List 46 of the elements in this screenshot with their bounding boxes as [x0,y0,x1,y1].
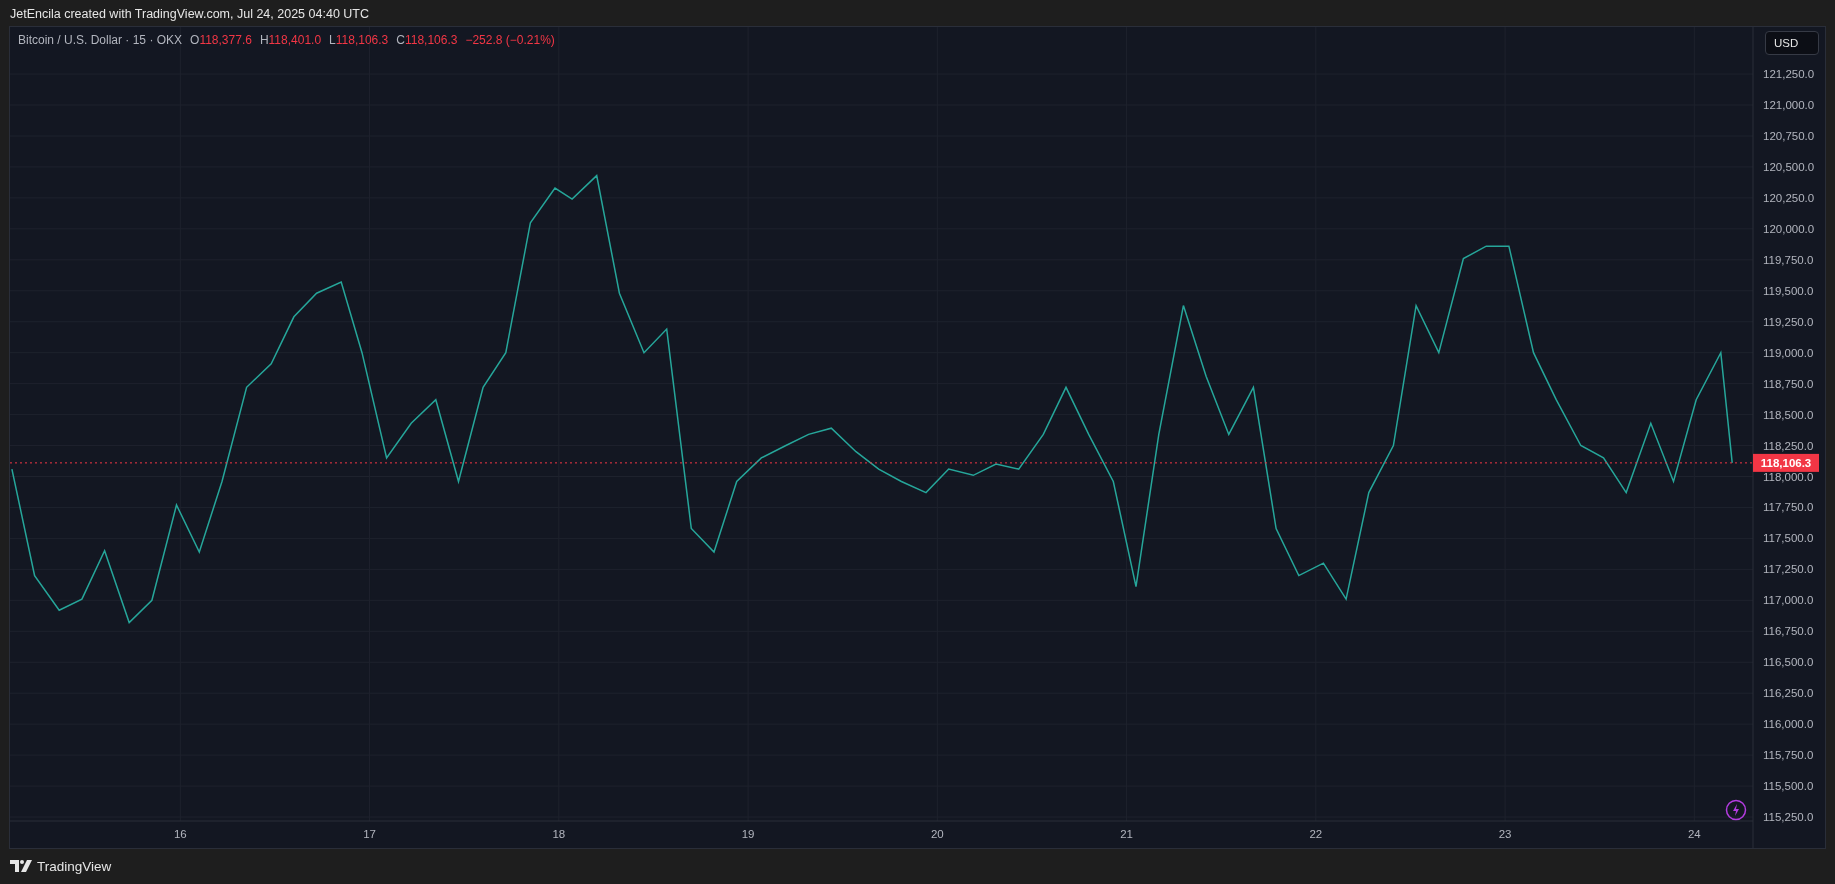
axis-tick-label: 115,250.0 [1763,811,1814,824]
axis-tick-label: 119,750.0 [1763,253,1814,266]
axis-tick-label: 120,000.0 [1763,222,1815,235]
axis-tick-label: 22 [1309,828,1323,840]
axis-tick-label: 21 [1120,828,1133,840]
axis-tick-label: 119,250.0 [1763,315,1814,328]
axis-tick-label: 18 [552,828,566,840]
axis-tick-label: 120,250.0 [1763,191,1815,204]
ohlc-value: O118,377.6 [190,33,252,47]
axis-tick-label: 116,000.0 [1763,718,1814,731]
axis-tick-label: 20 [930,828,944,840]
axis-tick-label: 117,250.0 [1763,563,1814,576]
axis-tick-label: 16 [173,828,187,840]
axis-tick-label: 121,250.0 [1763,68,1815,81]
axis-tick-label: 24 [1687,828,1701,840]
axis-tick-label: 116,250.0 [1763,687,1814,700]
last-price-tag: 118,106.3 [1753,453,1819,472]
axis-tick-label: 115,500.0 [1763,780,1814,793]
lightning-icon[interactable] [1725,799,1747,821]
axis-tick-label: 17 [363,828,376,840]
ohlc-value: L118,106.3 [329,33,389,47]
axis-tick-label: 116,500.0 [1763,656,1814,669]
logo-icon [10,860,32,872]
price-change: −252.8 (−0.21%) [465,33,555,47]
ohlc-value: H118,401.0 [259,33,322,47]
axis-tick-label: 116,750.0 [1763,625,1814,638]
axis-tick-label: 120,750.0 [1763,129,1815,142]
ohlc-value: C118,106.3 [396,33,458,47]
axis-tick-label: 117,500.0 [1763,532,1814,545]
axis-tick-label: 117,000.0 [1763,594,1814,607]
axis-tick-label: 120,500.0 [1763,160,1815,173]
brand-name: TradingView [37,858,112,874]
axis-tick-label: 121,000.0 [1763,99,1815,111]
axis-tick-label: 119,000.0 [1763,346,1814,359]
axis-tick-label: 23 [1498,828,1512,840]
axis-tick-label: 118,750.0 [1763,377,1814,390]
axis-tick-label: 118,250.0 [1763,439,1814,452]
axis-tick-label: 118,000.0 [1763,470,1814,483]
chart-caption: JetEncila created with TradingView.com, Jul 24, 2025 04:40 UTC [10,6,369,21]
symbol-title: Bitcoin / U.S. Dollar · 15 · OKX [18,33,183,47]
axis-tick-label: 115,750.0 [1763,749,1814,762]
axis-tick-label: 19 [741,828,755,840]
axis-tick-label: 119,500.0 [1763,284,1814,297]
axis-tick-label: 118,500.0 [1763,408,1814,421]
axis-tick-label: 117,750.0 [1763,501,1814,514]
currency-button[interactable]: USD [1765,31,1819,55]
